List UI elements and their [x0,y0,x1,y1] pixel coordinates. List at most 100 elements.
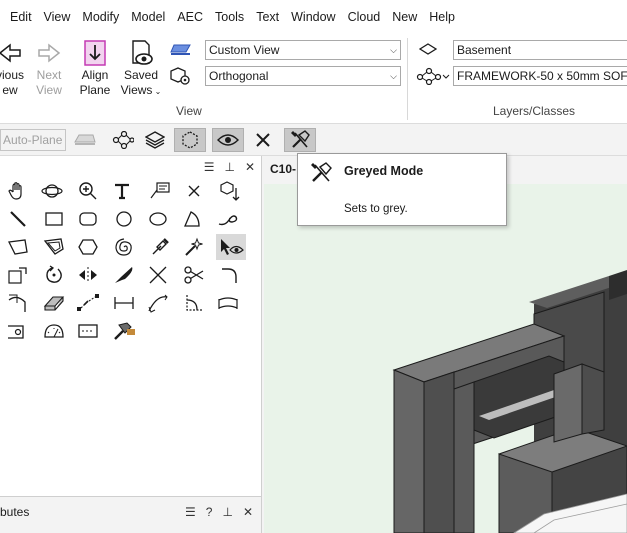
menu-model[interactable]: Model [125,0,171,34]
hammer-icon[interactable] [110,318,138,344]
greyed-mode-icon [310,162,332,187]
menu-text[interactable]: Text [250,0,285,34]
ribbon: vious ew Next View Align Plane Saved Vie… [0,34,627,124]
menu-cloud[interactable]: Cloud [342,0,387,34]
menu-modify[interactable]: Modify [76,0,125,34]
projection-select[interactable]: Orthogonal ⌵ [205,66,401,86]
spiral-tool-icon[interactable] [110,234,138,260]
projection-gear-icon [170,67,192,85]
greyed-mode-icon[interactable] [284,128,316,152]
greyed-mode-tooltip: Greyed Mode Sets to grey. [297,153,507,226]
reshape-icon[interactable] [74,290,102,316]
protractor-icon[interactable] [40,318,68,344]
previous-view-label: vious [0,68,24,82]
eye-icon[interactable] [212,128,244,152]
rectangle-tool-icon[interactable] [40,206,68,232]
mirror-icon[interactable] [74,262,102,288]
chevron-down-icon: ⌵ [390,45,397,55]
attributes-close-icon[interactable]: ✕ [243,505,253,519]
palette-pin-icon[interactable]: ⊥ [224,160,234,174]
angle-dimension-icon[interactable] [180,290,208,316]
layer-select[interactable]: Basement [453,40,627,60]
class-icon [415,67,451,85]
rotate-view-icon[interactable] [4,262,32,288]
working-plane-icon[interactable] [72,128,98,152]
arc-wedge-icon[interactable] [178,206,206,232]
tangent-arc-icon[interactable] [4,290,32,316]
align-plane-button[interactable]: Align Plane [76,38,114,98]
oval-tool-icon[interactable] [144,206,172,232]
callout-icon[interactable] [146,178,174,204]
saved-views-button[interactable]: Saved Views ⌄ [120,38,162,99]
eraser-icon[interactable] [40,290,68,316]
fillet-icon[interactable] [216,262,244,288]
class-select-value: FRAMEWORK-50 x 50mm SOFTW [457,69,627,83]
view-select-value: Custom View [209,43,280,57]
palette-close-icon[interactable]: ✕ [245,160,255,174]
layers-stack-icon[interactable] [142,128,168,152]
text-tool-icon[interactable] [108,178,136,204]
chevron-down-icon: ⌵ [390,71,397,81]
drawing-tab-title[interactable]: C10- [270,162,296,176]
drawing-area[interactable] [264,184,627,533]
attributes-palette-header: butes ☰ ? ⊥ ✕ [0,496,262,533]
menu-aec[interactable]: AEC [171,0,209,34]
view-select[interactable]: Custom View ⌵ [205,40,401,60]
angular-dimension-icon[interactable] [144,290,172,316]
class-visibility-icon[interactable] [110,128,136,152]
attributes-controls: ☰ ? ⊥ ✕ [185,505,253,519]
rounded-rectangle-icon[interactable] [74,206,102,232]
hexagon-tool-icon[interactable] [74,234,102,260]
menu-edit[interactable]: Edit [4,0,38,34]
chevron-down-icon: ⌄ [152,87,162,96]
menu-window[interactable]: Window [285,0,341,34]
saved-views-label: Saved [123,68,159,82]
polygon-tool-icon[interactable] [4,234,32,260]
auto-plane-button[interactable]: Auto-Plane [0,129,66,151]
visibility-tool-icon[interactable] [216,234,246,260]
align-plane-label: Align [81,68,109,82]
dimension-icon[interactable] [110,290,138,316]
palette-menu-icon[interactable]: ☰ [204,160,215,174]
menu-new[interactable]: New [386,0,423,34]
line-tool-icon[interactable] [4,206,32,232]
zoom-icon[interactable] [74,178,102,204]
object-visibility-icon[interactable] [174,128,206,152]
view-group-label: View [176,104,202,118]
menu-view[interactable]: View [38,0,77,34]
tape-measure-icon[interactable] [4,318,32,344]
previous-view-label-2: ew [2,83,18,97]
previous-view-button[interactable]: vious ew [0,38,26,98]
eyedropper-icon[interactable] [146,234,174,260]
freehand-icon[interactable] [214,206,242,232]
magic-wand-icon[interactable] [180,234,208,260]
locus-x-icon[interactable] [180,178,208,204]
menu-bar: Edit View Modify Model AEC Tools Text Wi… [0,0,627,34]
saved-views-icon [120,38,162,68]
attributes-menu-icon[interactable]: ☰ [185,505,196,519]
circle-tool-icon[interactable] [110,206,138,232]
arrow-right-icon [32,38,66,68]
help-icon[interactable]: ? [206,505,213,519]
scissors-icon[interactable] [180,262,208,288]
pan-hand-icon[interactable] [4,178,32,204]
rotate-icon[interactable] [40,262,68,288]
arc-dimension-icon[interactable] [214,290,242,316]
close-x-icon[interactable] [250,128,276,152]
double-polygon-icon[interactable] [40,234,68,260]
menu-help[interactable]: Help [423,0,461,34]
flyover-icon[interactable] [38,178,66,204]
attributes-pin-icon[interactable]: ⊥ [222,505,232,519]
3d-locus-icon[interactable] [216,178,244,204]
attributes-label: butes [0,505,30,519]
menu-tools[interactable]: Tools [209,0,250,34]
align-plane-label-2: Plane [79,83,111,97]
trim-x-icon[interactable] [144,262,172,288]
knife-icon[interactable] [110,262,138,288]
saved-views-label-2: Views [120,83,153,97]
ribbon-divider [407,38,408,120]
sheet-icon[interactable] [74,318,102,344]
class-select[interactable]: FRAMEWORK-50 x 50mm SOFTW [453,66,627,86]
layer-icon [417,40,439,58]
next-view-button[interactable]: Next View [32,38,66,98]
